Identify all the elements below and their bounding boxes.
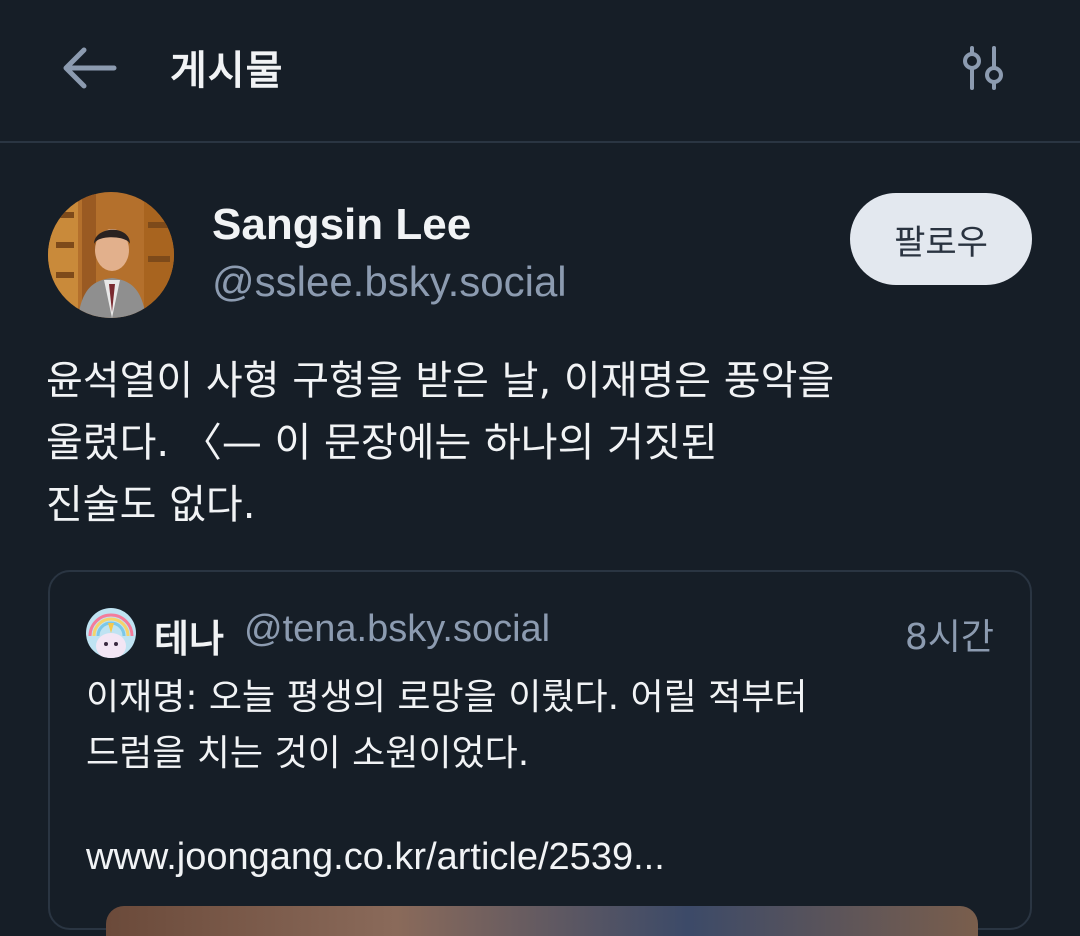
arrow-left-icon (63, 47, 117, 89)
author-avatar-image (48, 192, 174, 318)
sliders-icon (963, 46, 1003, 90)
quoted-post-time: 8시간 (904, 617, 994, 658)
author-name[interactable]: Sangsin Lee (212, 200, 471, 250)
follow-button[interactable]: 팔로우 (850, 193, 1032, 285)
post-text: 윤석열이 사형 구형을 받은 날, 이재명은 풍악을 울렸다. 〈— 이 문장에… (46, 358, 835, 528)
quoted-author-avatar-image (86, 608, 136, 658)
page-title: 게시물 (170, 48, 284, 94)
link-preview-image[interactable] (106, 906, 978, 936)
quoted-author-avatar[interactable] (86, 608, 136, 658)
author-avatar[interactable] (48, 192, 174, 318)
top-bar: 게시물 (0, 0, 1080, 143)
thread-settings-button[interactable] (958, 44, 1008, 92)
quoted-post-text: 이재명: 오늘 평생의 로망을 이뤘다. 어릴 적부터 드럼을 치는 것이 소원… (86, 677, 808, 774)
quoted-post-link[interactable]: www.joongang.co.kr/article/2539... (86, 836, 665, 879)
quoted-author-name[interactable]: 테나 (154, 608, 224, 663)
quoted-author-handle[interactable]: @tena.bsky.social (244, 608, 550, 651)
quoted-post-card[interactable]: 테나 @tena.bsky.social 8시간 이재명: 오늘 평생의 로망을… (48, 570, 1032, 936)
back-button[interactable] (58, 44, 120, 92)
author-handle[interactable]: @sslee.bsky.social (212, 258, 567, 306)
